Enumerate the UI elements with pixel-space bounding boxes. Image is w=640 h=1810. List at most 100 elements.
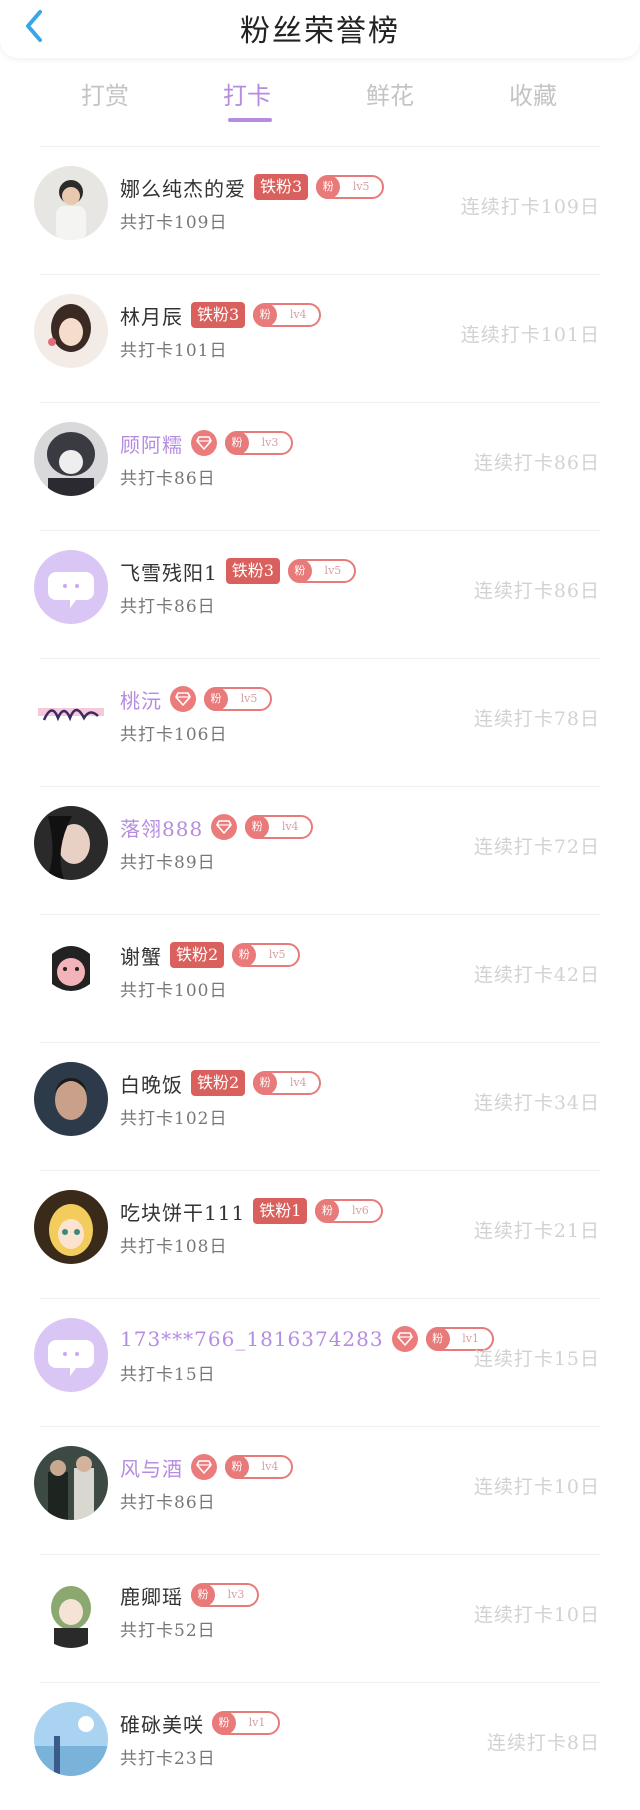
fan-name[interactable]: 顾阿糯 bbox=[120, 429, 183, 458]
fan-name[interactable]: 娜么纯杰的爱 bbox=[120, 173, 246, 202]
fan-row[interactable]: 林月辰 铁粉3 粉 lv4 共打卡101日 连续打卡101日 bbox=[0, 274, 640, 402]
name-line: 173***766_1816374283 粉 lv1 bbox=[120, 1324, 494, 1354]
row-divider bbox=[40, 658, 600, 659]
total-checkin: 共打卡86日 bbox=[120, 597, 216, 617]
total-checkin: 共打卡109日 bbox=[120, 213, 228, 233]
row-divider bbox=[40, 786, 600, 787]
avatar[interactable] bbox=[34, 1446, 108, 1520]
row-divider bbox=[40, 1042, 600, 1043]
fan-name[interactable]: 碓砯美咲 bbox=[120, 1709, 204, 1738]
avatar[interactable] bbox=[34, 166, 108, 240]
tab-tip[interactable]: 打赏 bbox=[60, 76, 150, 111]
avatar[interactable] bbox=[34, 1062, 108, 1136]
streak-checkin: 连续打卡21日 bbox=[473, 1220, 600, 1242]
avatar[interactable] bbox=[34, 294, 108, 368]
row-divider bbox=[40, 274, 600, 275]
fan-level-pill: 粉 lv4 bbox=[245, 815, 314, 839]
fan-name[interactable]: 风与酒 bbox=[120, 1453, 183, 1482]
fan-level: lv3 bbox=[261, 436, 279, 449]
tab-flowers[interactable]: 鲜花 bbox=[345, 76, 435, 111]
fan-name[interactable]: 林月辰 bbox=[120, 301, 183, 330]
name-line: 谢蟹 铁粉2 粉 lv5 bbox=[120, 940, 301, 970]
fan-row[interactable]: 碓砯美咲 粉 lv1 共打卡23日 连续打卡8日 bbox=[0, 1682, 640, 1810]
fan-pill-icon: 粉 bbox=[253, 1071, 278, 1095]
name-line: 桃沅 粉 lv5 bbox=[120, 684, 272, 714]
fan-level-pill: 粉 lv5 bbox=[204, 687, 272, 711]
row-divider bbox=[40, 1682, 600, 1683]
streak-checkin: 连续打卡109日 bbox=[460, 196, 600, 218]
iron-fan-badge: 铁粉3 bbox=[191, 302, 246, 328]
avatar[interactable] bbox=[34, 678, 108, 752]
fan-level: lv3 bbox=[227, 1588, 245, 1601]
name-line: 白晚饭 铁粉2 粉 lv4 bbox=[120, 1068, 322, 1098]
streak-checkin: 连续打卡86日 bbox=[473, 452, 600, 474]
fan-name[interactable]: 落翎888 bbox=[120, 813, 203, 842]
total-checkin: 共打卡89日 bbox=[120, 853, 216, 873]
fan-pill-icon: 粉 bbox=[204, 687, 228, 711]
fan-level: lv4 bbox=[261, 1460, 279, 1473]
fan-pill-icon: 粉 bbox=[253, 303, 278, 327]
fan-row[interactable]: 白晚饭 铁粉2 粉 lv4 共打卡102日 连续打卡34日 bbox=[0, 1042, 640, 1170]
total-checkin: 共打卡106日 bbox=[120, 725, 228, 745]
fan-pill-icon: 粉 bbox=[191, 1583, 215, 1607]
fan-level: lv5 bbox=[268, 948, 286, 961]
avatar[interactable] bbox=[34, 1190, 108, 1264]
streak-checkin: 连续打卡101日 bbox=[460, 324, 600, 346]
fan-name[interactable]: 白晚饭 bbox=[120, 1069, 183, 1098]
fan-name[interactable]: 吃块饼干111 bbox=[120, 1197, 245, 1226]
iron-fan-badge: 铁粉3 bbox=[254, 174, 309, 200]
avatar[interactable] bbox=[34, 1318, 108, 1392]
tab-favorites[interactable]: 收藏 bbox=[488, 76, 578, 111]
avatar[interactable] bbox=[34, 1574, 108, 1648]
fan-pill-icon: 粉 bbox=[287, 559, 312, 583]
fan-row[interactable]: 鹿卿瑶 粉 lv3 共打卡52日 连续打卡10日 bbox=[0, 1554, 640, 1682]
fan-level-pill: 粉 lv4 bbox=[253, 303, 322, 327]
fan-row[interactable]: 顾阿糯 粉 lv3 共打卡86日 连续打卡86日 bbox=[0, 402, 640, 530]
fan-name[interactable]: 173***766_1816374283 bbox=[120, 1327, 384, 1351]
avatar[interactable] bbox=[34, 806, 108, 880]
fan-level: lv6 bbox=[352, 1204, 369, 1217]
fan-row[interactable]: 飞雪残阳1 铁粉3 粉 lv5 共打卡86日 连续打卡86日 bbox=[0, 530, 640, 658]
total-checkin: 共打卡102日 bbox=[120, 1109, 228, 1129]
fan-row[interactable]: 风与酒 粉 lv4 共打卡86日 连续打卡10日 bbox=[0, 1426, 640, 1554]
fan-level-pill: 粉 lv4 bbox=[225, 1455, 293, 1479]
total-checkin: 共打卡100日 bbox=[120, 981, 228, 1001]
fan-pill-icon: 粉 bbox=[425, 1327, 450, 1351]
fan-level-pill: 粉 lv6 bbox=[315, 1199, 384, 1223]
header-bar: 粉丝荣誉榜 bbox=[0, 0, 640, 58]
fan-level: lv4 bbox=[289, 308, 307, 321]
avatar[interactable] bbox=[34, 550, 108, 624]
fan-row[interactable]: 谢蟹 铁粉2 粉 lv5 共打卡100日 连续打卡42日 bbox=[0, 914, 640, 1042]
fan-row[interactable]: 桃沅 粉 lv5 共打卡106日 连续打卡78日 bbox=[0, 658, 640, 786]
fan-row[interactable]: 落翎888 粉 lv4 共打卡89日 连续打卡72日 bbox=[0, 786, 640, 914]
fan-pill-icon: 粉 bbox=[225, 431, 249, 455]
streak-checkin: 连续打卡72日 bbox=[473, 836, 600, 858]
fan-row[interactable]: 娜么纯杰的爱 铁粉3 粉 lv5 共打卡109日 连续打卡109日 bbox=[0, 146, 640, 274]
fan-name[interactable]: 飞雪残阳1 bbox=[120, 557, 218, 586]
name-line: 落翎888 粉 lv4 bbox=[120, 812, 314, 842]
fan-pill-icon: 粉 bbox=[316, 175, 341, 199]
fan-row[interactable]: 173***766_1816374283 粉 lv1 共打卡15日 连续打卡15… bbox=[0, 1298, 640, 1426]
name-line: 娜么纯杰的爱 铁粉3 粉 lv5 bbox=[120, 172, 385, 202]
avatar[interactable] bbox=[34, 422, 108, 496]
avatar[interactable] bbox=[34, 1702, 108, 1776]
row-divider bbox=[40, 530, 600, 531]
fan-name[interactable]: 谢蟹 bbox=[120, 941, 162, 970]
row-divider bbox=[40, 1426, 600, 1427]
fan-name[interactable]: 桃沅 bbox=[120, 685, 162, 714]
fan-pill-icon: 粉 bbox=[225, 1455, 249, 1479]
avatar[interactable] bbox=[34, 934, 108, 1008]
tab-checkin-label: 打卡 bbox=[223, 82, 271, 110]
streak-checkin: 连续打卡34日 bbox=[473, 1092, 600, 1114]
name-line: 飞雪残阳1 铁粉3 粉 lv5 bbox=[120, 556, 356, 586]
tab-checkin[interactable]: 打卡 bbox=[202, 76, 292, 122]
fan-row[interactable]: 吃块饼干111 铁粉1 粉 lv6 共打卡108日 连续打卡21日 bbox=[0, 1170, 640, 1298]
fan-level-pill: 粉 lv3 bbox=[191, 1583, 259, 1607]
fan-name[interactable]: 鹿卿瑶 bbox=[120, 1581, 183, 1610]
streak-checkin: 连续打卡42日 bbox=[473, 964, 600, 986]
streak-checkin: 连续打卡86日 bbox=[473, 580, 600, 602]
diamond-icon bbox=[391, 1326, 418, 1352]
fan-level: lv4 bbox=[281, 820, 299, 833]
name-line: 鹿卿瑶 粉 lv3 bbox=[120, 1580, 259, 1610]
fan-list: 娜么纯杰的爱 铁粉3 粉 lv5 共打卡109日 连续打卡109日 林月辰 铁粉… bbox=[0, 146, 640, 1810]
